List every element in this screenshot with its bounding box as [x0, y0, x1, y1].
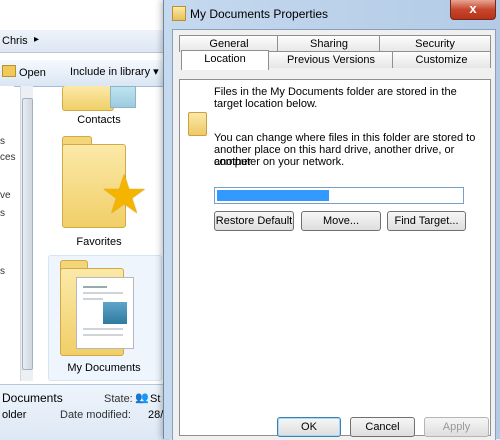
nav-fragment[interactable]: ve: [0, 190, 11, 201]
document-page-icon: [76, 277, 134, 349]
folder-open-icon: [2, 65, 16, 77]
details-pane: Documents older State: 👥 St Date modifie…: [0, 384, 176, 440]
users-icon: 👥: [135, 392, 149, 404]
folder-item-my-documents[interactable]: My Documents: [48, 255, 160, 379]
open-label: Open: [19, 67, 46, 79]
location-panel: Files in the My Documents folder are sto…: [179, 79, 491, 436]
dialog-client: General Sharing Security Location Previo…: [172, 29, 496, 440]
contacts-folder-icon: [62, 86, 114, 111]
tab-location[interactable]: Location: [181, 50, 269, 70]
folder-item-favorites[interactable]: ★ Favorites: [40, 130, 160, 250]
folder-label: Contacts: [77, 114, 121, 126]
dialog-title: My Documents Properties: [190, 7, 329, 21]
open-button[interactable]: Open: [2, 65, 46, 79]
folder-label: My Documents: [67, 362, 141, 374]
restore-default-button[interactable]: Restore Default: [214, 211, 294, 231]
explorer-toolbar: Open Include in library ▾: [0, 60, 170, 87]
move-button[interactable]: Move...: [301, 211, 381, 231]
apply-button[interactable]: Apply: [424, 417, 489, 437]
nav-fragment[interactable]: s: [0, 266, 5, 277]
folder-icon: [172, 6, 186, 21]
tab-security[interactable]: Security: [379, 35, 491, 52]
nav-fragment[interactable]: s: [0, 136, 5, 147]
details-type: older: [2, 409, 27, 421]
navigation-pane: s ces ve s s: [0, 86, 16, 381]
properties-dialog: My Documents Properties x General Sharin…: [163, 0, 500, 440]
include-in-library-button[interactable]: Include in library ▾: [70, 65, 159, 78]
include-label: Include in library: [70, 66, 151, 78]
path-selection: [217, 190, 329, 201]
folder-item-contacts[interactable]: Contacts: [40, 86, 160, 131]
desc-line-1: You can change where files in this folde…: [214, 132, 476, 144]
tab-previous-versions[interactable]: Previous Versions: [268, 51, 394, 68]
star-icon: ★: [100, 165, 149, 225]
chevron-right-icon[interactable]: ▸: [34, 34, 39, 45]
chevron-down-icon: ▾: [153, 66, 159, 78]
breadcrumb-user[interactable]: Chris: [2, 35, 28, 47]
cancel-button[interactable]: Cancel: [350, 417, 415, 437]
state-value: St: [150, 393, 161, 405]
nav-scrollbar[interactable]: [20, 86, 33, 381]
scrollbar-thumb[interactable]: [22, 98, 33, 370]
target-path-field[interactable]: [214, 187, 464, 204]
nav-fragment[interactable]: s: [0, 208, 5, 219]
close-button[interactable]: x: [450, 0, 496, 20]
state-label: State:: [104, 393, 133, 405]
info-line-1: Files in the My Documents folder are sto…: [214, 86, 457, 98]
nav-fragment[interactable]: ces: [0, 152, 16, 163]
folder-label: Favorites: [76, 236, 122, 248]
tab-sharing[interactable]: Sharing: [277, 35, 381, 52]
desc-line-3: computer on your network.: [214, 156, 345, 168]
info-line-2: target location below.: [214, 98, 318, 110]
contacts-card-icon: [110, 86, 136, 108]
address-bar[interactable]: Chris ▸: [0, 30, 170, 53]
date-modified-label: Date modified:: [60, 409, 131, 421]
folder-icon: [188, 112, 207, 136]
ok-button[interactable]: OK: [277, 417, 341, 437]
tab-customize[interactable]: Customize: [392, 51, 491, 68]
details-name: Documents: [2, 391, 63, 405]
find-target-button[interactable]: Find Target...: [387, 211, 466, 231]
dialog-titlebar[interactable]: My Documents Properties x: [164, 0, 500, 27]
